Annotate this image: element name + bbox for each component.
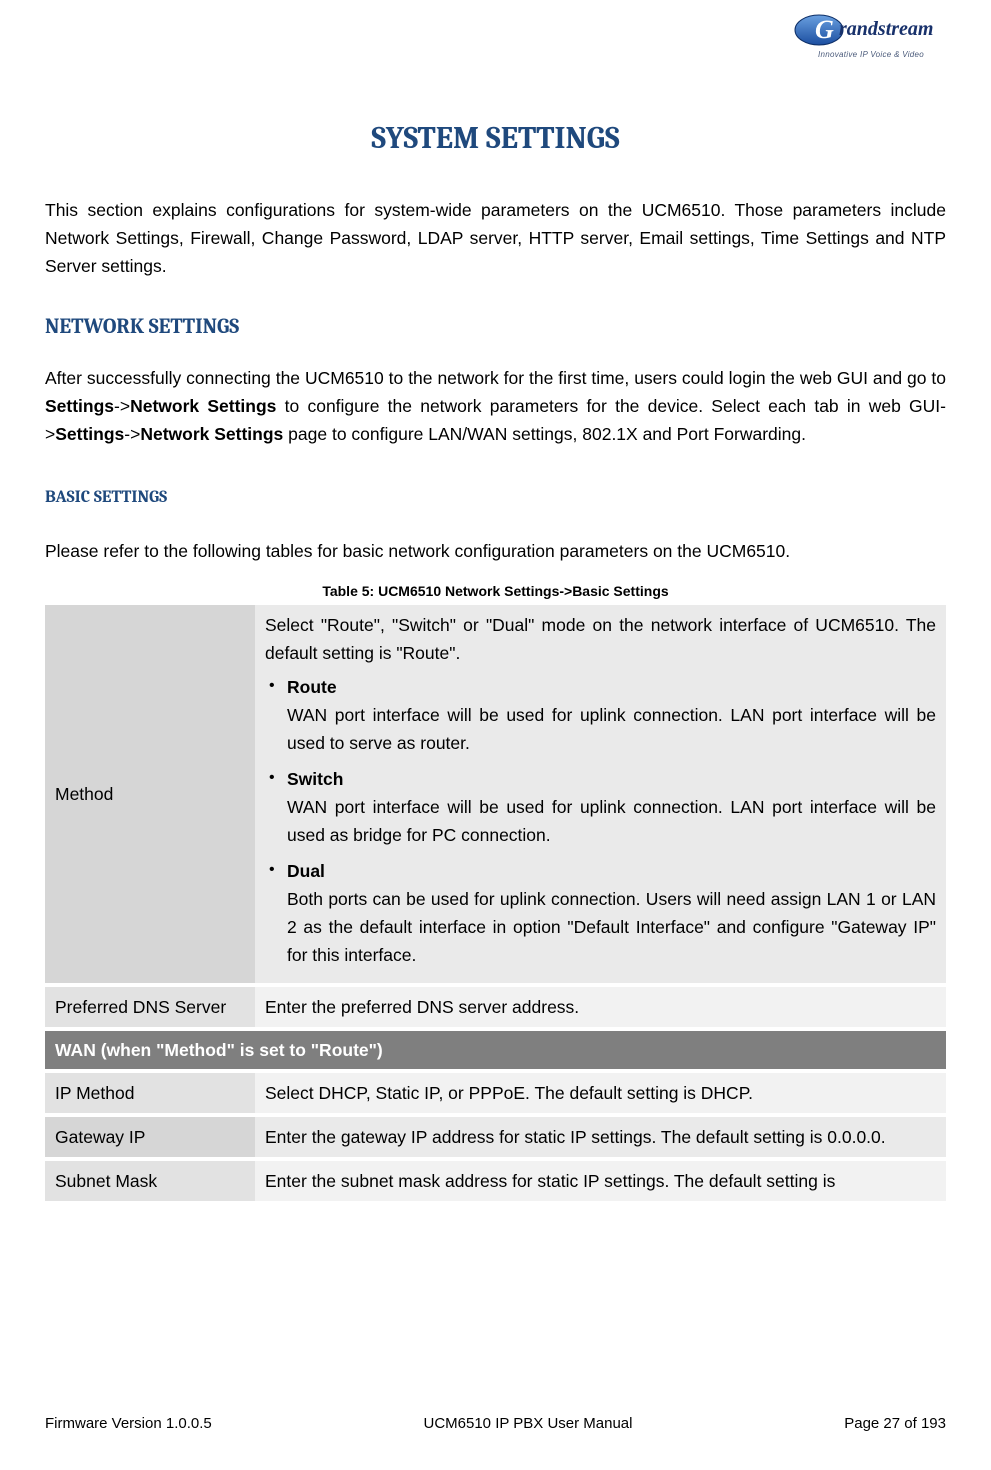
footer-manual-title: UCM6510 IP PBX User Manual [424,1415,633,1432]
table-row: Method Select "Route", "Switch" or "Dual… [45,605,946,983]
footer-firmware-version: Firmware Version 1.0.0.5 [45,1415,212,1432]
heading-network-settings: NETWORK SETTINGS [45,315,946,339]
method-bullets: Route WAN port interface will be used fo… [265,673,936,969]
table-caption: Table 5: UCM6510 Network Settings->Basic… [45,583,946,599]
cell-label: Method [45,605,255,983]
cell-value: Select "Route", "Switch" or "Dual" mode … [255,605,946,983]
grandstream-logo-icon: G randstream [791,8,951,48]
cell-label: IP Method [45,1073,255,1113]
page-footer: Firmware Version 1.0.0.5 UCM6510 IP PBX … [0,1415,991,1432]
logo-tagline: Innovative IP Voice & Video [791,50,951,59]
table-row: Subnet Mask Enter the subnet mask addres… [45,1161,946,1201]
cell-label: Subnet Mask [45,1161,255,1201]
footer-page-number: Page 27 of 193 [844,1415,946,1432]
svg-text:randstream: randstream [839,18,933,40]
cell-value: Enter the gateway IP address for static … [255,1117,946,1157]
basic-settings-table: Method Select "Route", "Switch" or "Dual… [45,605,946,1201]
intro-paragraph: This section explains configurations for… [45,196,946,280]
table-row: Gateway IP Enter the gateway IP address … [45,1117,946,1157]
cell-label: Preferred DNS Server [45,987,255,1027]
table-row: IP Method Select DHCP, Static IP, or PPP… [45,1073,946,1113]
list-item: Switch WAN port interface will be used f… [287,765,936,849]
brand-logo: G randstream Innovative IP Voice & Video [791,8,951,59]
heading-basic-settings: BASIC SETTINGS [45,488,946,507]
table-row: Preferred DNS Server Enter the preferred… [45,987,946,1027]
table-section-header: WAN (when "Method" is set to "Route") [45,1031,946,1069]
cell-value: Enter the subnet mask address for static… [255,1161,946,1201]
cell-label: Gateway IP [45,1117,255,1157]
page: G randstream Innovative IP Voice & Video… [0,0,991,1470]
page-title: SYSTEM SETTINGS [45,120,946,156]
page-header: G randstream Innovative IP Voice & Video [0,0,991,80]
cell-value: Select DHCP, Static IP, or PPPoE. The de… [255,1073,946,1113]
page-content: SYSTEM SETTINGS This section explains co… [0,80,991,1201]
list-item: Route WAN port interface will be used fo… [287,673,936,757]
cell-value: Enter the preferred DNS server address. [255,987,946,1027]
svg-text:G: G [815,15,834,44]
network-settings-paragraph: After successfully connecting the UCM651… [45,364,946,448]
basic-settings-intro: Please refer to the following tables for… [45,537,946,565]
list-item: Dual Both ports can be used for uplink c… [287,857,936,969]
